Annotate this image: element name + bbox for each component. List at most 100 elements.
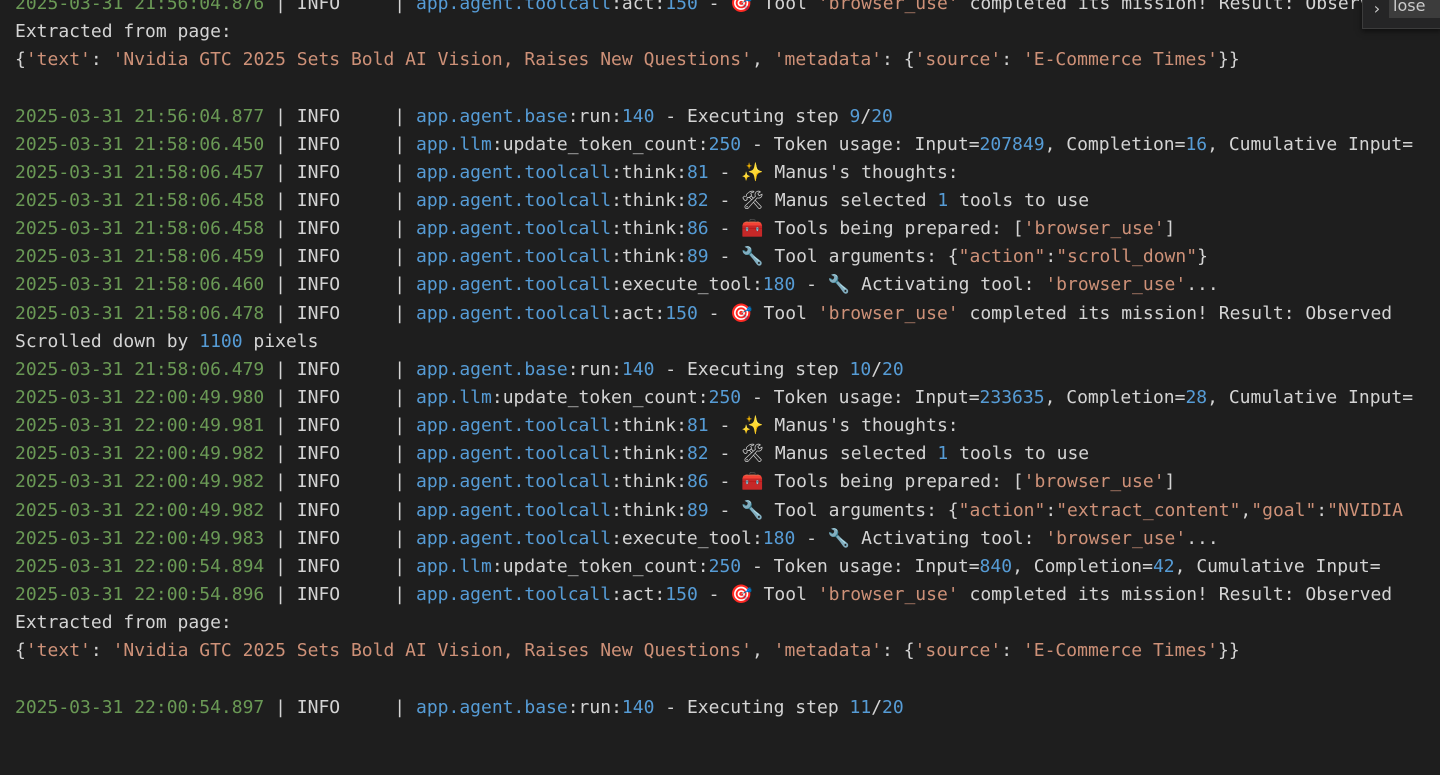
log-module: app.agent.toolcall bbox=[415, 583, 612, 605]
string-token: "goal" bbox=[1251, 499, 1317, 521]
number-token: 1 bbox=[937, 189, 949, 211]
number-token: 1 bbox=[937, 443, 949, 465]
log-timestamp: 2025-03-31 22:00:49.981 bbox=[15, 415, 265, 437]
log-module: app.agent.toolcall bbox=[415, 218, 612, 240]
log-line: 2025-03-31 21:56:04.877 | INFO | app.age… bbox=[15, 105, 893, 127]
number-token: 11 bbox=[849, 696, 872, 718]
log-emoji-icon: 🎯 bbox=[730, 0, 753, 14]
log-function: think bbox=[621, 443, 677, 465]
text-token: , Completion= bbox=[1044, 133, 1186, 155]
string-token: 'metadata' bbox=[773, 640, 883, 662]
log-lineno: 82 bbox=[686, 189, 709, 211]
log-function: execute_tool bbox=[621, 527, 752, 549]
text-token: Tool arguments: { bbox=[763, 246, 959, 268]
log-line: 2025-03-31 22:00:54.894 | INFO | app.llm… bbox=[15, 555, 1381, 577]
log-function: execute_tool bbox=[621, 274, 752, 296]
text-token: ... bbox=[1186, 274, 1219, 296]
log-level: INFO bbox=[296, 555, 384, 577]
log-lineno: 86 bbox=[686, 471, 709, 493]
string-token: 'source' bbox=[914, 49, 1002, 71]
log-lineno: 250 bbox=[708, 133, 742, 155]
find-widget-label[interactable]: lose bbox=[1389, 0, 1440, 18]
log-level: INFO bbox=[296, 274, 384, 296]
log-function: update_token_count bbox=[502, 386, 698, 408]
string-token: 'browser_use' bbox=[817, 0, 959, 14]
log-timestamp: 2025-03-31 22:00:49.980 bbox=[15, 386, 265, 408]
log-module: app.agent.toolcall bbox=[415, 527, 612, 549]
text-token: ] bbox=[1164, 218, 1176, 240]
log-line: 2025-03-31 21:58:06.450 | INFO | app.llm… bbox=[15, 133, 1414, 155]
text-token: Tool arguments: { bbox=[763, 499, 959, 521]
log-emoji-icon: 🧰 bbox=[741, 218, 764, 240]
string-token: "scroll_down" bbox=[1056, 246, 1198, 268]
log-level: INFO bbox=[296, 161, 384, 183]
number-token: 10 bbox=[849, 358, 872, 380]
string-token: 'browser_use' bbox=[1045, 274, 1187, 296]
log-line: 2025-03-31 21:58:06.458 | INFO | app.age… bbox=[15, 189, 1090, 211]
text-token: / bbox=[871, 696, 883, 718]
string-token: 'browser_use' bbox=[1023, 218, 1165, 240]
string-token: 'Nvidia GTC 2025 Sets Bold AI Vision, Ra… bbox=[112, 49, 752, 71]
log-emoji-icon: 🛠 bbox=[741, 443, 764, 465]
number-token: 42 bbox=[1152, 555, 1175, 577]
text-token: Token usage: Input= bbox=[773, 386, 980, 408]
log-timestamp: 2025-03-31 21:58:06.479 bbox=[15, 358, 265, 380]
text-token: } bbox=[1197, 246, 1208, 268]
log-lineno: 86 bbox=[686, 218, 709, 240]
log-timestamp: 2025-03-31 22:00:54.896 bbox=[15, 583, 265, 605]
log-lineno: 150 bbox=[665, 0, 698, 14]
log-lineno: 81 bbox=[686, 161, 709, 183]
log-module: app.agent.base bbox=[415, 696, 568, 718]
log-function: think bbox=[621, 218, 677, 240]
log-level: INFO bbox=[296, 105, 384, 127]
log-function: act bbox=[621, 583, 655, 605]
text-token: , Cumulative Input= bbox=[1174, 555, 1381, 577]
text-token: completed its mission! Result: Observed bbox=[958, 583, 1393, 605]
text-token: , Completion= bbox=[1044, 386, 1186, 408]
log-level: INFO bbox=[296, 696, 384, 718]
log-timestamp: 2025-03-31 21:58:06.478 bbox=[15, 302, 265, 324]
string-token: 'source' bbox=[914, 640, 1002, 662]
text-token: : bbox=[1001, 49, 1023, 71]
log-lineno: 140 bbox=[621, 105, 655, 127]
string-token: "extract_content" bbox=[1056, 499, 1241, 521]
terminal-panel[interactable]: 2025-03-31 21:56:04.876 | INFO | app.age… bbox=[0, 0, 1440, 775]
string-token: 'browser_use' bbox=[1023, 471, 1165, 493]
text-token: Extracted from page: bbox=[15, 21, 232, 43]
log-level: INFO bbox=[296, 0, 384, 14]
log-line: 2025-03-31 22:00:49.983 | INFO | app.age… bbox=[15, 527, 1219, 549]
text-token: Activating tool: bbox=[850, 274, 1046, 296]
text-token: : bbox=[1316, 499, 1328, 521]
log-level: INFO bbox=[296, 386, 384, 408]
text-token: , Cumulative Input= bbox=[1207, 133, 1414, 155]
text-token: : bbox=[1045, 499, 1057, 521]
log-line: 2025-03-31 22:00:54.897 | INFO | app.age… bbox=[15, 696, 904, 718]
log-lineno: 89 bbox=[686, 246, 709, 268]
number-token: 1100 bbox=[199, 330, 243, 352]
string-token: 'E-Commerce Times' bbox=[1022, 640, 1218, 662]
text-token: , bbox=[751, 640, 774, 662]
log-line: 2025-03-31 21:58:06.458 | INFO | app.age… bbox=[15, 218, 1176, 240]
log-module: app.agent.toolcall bbox=[415, 161, 612, 183]
log-module: app.agent.base bbox=[415, 105, 568, 127]
log-module: app.agent.toolcall bbox=[415, 302, 612, 324]
text-token: tools to use bbox=[948, 443, 1090, 465]
log-level: INFO bbox=[296, 499, 384, 521]
log-module: app.agent.toolcall bbox=[415, 499, 612, 521]
text-token: Token usage: Input= bbox=[773, 133, 980, 155]
string-token: "action" bbox=[958, 499, 1046, 521]
text-token: { bbox=[15, 49, 26, 71]
log-level: INFO bbox=[296, 218, 384, 240]
text-token: , Cumulative Input= bbox=[1207, 386, 1414, 408]
text-token: Scrolled down by bbox=[15, 330, 200, 352]
log-level: INFO bbox=[296, 358, 384, 380]
number-token: 233635 bbox=[979, 386, 1045, 408]
log-line: 2025-03-31 22:00:54.896 | INFO | app.age… bbox=[15, 583, 1393, 605]
log-level: INFO bbox=[296, 133, 384, 155]
text-token: { bbox=[15, 640, 26, 662]
log-emoji-icon: 🔧 bbox=[827, 527, 851, 549]
chevron-right-icon[interactable]: › bbox=[1369, 0, 1385, 21]
log-module: app.agent.toolcall bbox=[415, 0, 612, 14]
output-line: {'text': 'Nvidia GTC 2025 Sets Bold AI V… bbox=[15, 637, 1440, 665]
